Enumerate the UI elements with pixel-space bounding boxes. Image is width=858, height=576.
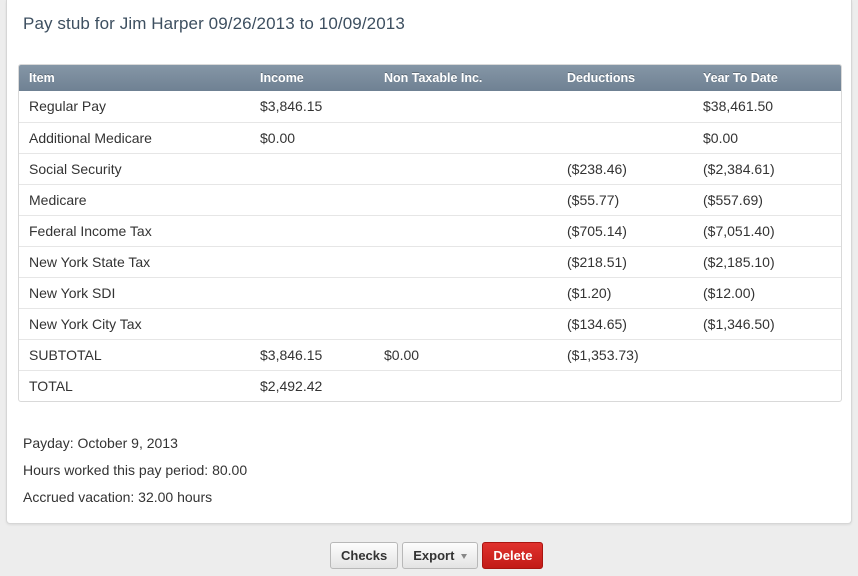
export-button[interactable]: Export: [402, 542, 479, 569]
cell-income: [250, 246, 374, 277]
table-row: New York State Tax ($218.51) ($2,185.10): [19, 246, 841, 277]
cell-year-to-date: [693, 339, 841, 370]
column-header-year-to-date: Year To Date: [703, 71, 778, 85]
cell-deductions: ($1.20): [567, 284, 612, 301]
cell-item: New York City Tax: [29, 315, 142, 332]
cell-deductions: [557, 370, 693, 401]
pay-stub-panel: Pay stub for Jim Harper 09/26/2013 to 10…: [6, 0, 852, 524]
cell-year-to-date: $38,461.50: [703, 98, 774, 115]
cell-item: Medicare: [29, 191, 87, 208]
cell-deductions: [557, 122, 693, 153]
hours-worked-text: Hours worked this pay period: 80.00: [23, 462, 248, 478]
cell-non-taxable: [374, 277, 557, 308]
cell-deductions: ($238.46): [567, 160, 627, 177]
column-header-income: Income: [260, 71, 304, 85]
cell-non-taxable: [374, 153, 557, 184]
checks-button-label: Checks: [341, 548, 388, 563]
cell-item: New York State Tax: [29, 253, 151, 270]
table-body: Regular Pay $3,846.15 $38,461.50 Additional…: [19, 91, 841, 401]
cell-item: Additional Medicare: [29, 129, 152, 146]
cell-non-taxable: [374, 91, 557, 122]
table-header-row: Item Income Non Taxable Inc. Deductions …: [19, 65, 841, 91]
page-title: Pay stub for Jim Harper 09/26/2013 to 10…: [23, 14, 405, 33]
cell-income: $3,846.15: [260, 346, 323, 363]
cell-income: [250, 153, 374, 184]
cell-non-taxable: [374, 184, 557, 215]
cell-non-taxable: [374, 308, 557, 339]
cell-year-to-date: ($12.00): [703, 284, 756, 301]
table-row: Social Security ($238.46) ($2,384.61): [19, 153, 841, 184]
column-header-item: Item: [29, 71, 55, 85]
cell-income: $0.00: [260, 129, 296, 146]
pay-info: Payday: October 9, 2013 Hours worked thi…: [23, 434, 247, 515]
cell-year-to-date: ($2,185.10): [703, 253, 775, 270]
cell-year-to-date: ($7,051.40): [703, 222, 775, 239]
column-header-non-taxable: Non Taxable Inc.: [384, 71, 483, 85]
cell-income: $2,492.42: [260, 377, 323, 394]
table-row: New York SDI ($1.20) ($12.00): [19, 277, 841, 308]
column-header-deductions: Deductions: [567, 71, 636, 85]
table-row: New York City Tax ($134.65) ($1,346.50): [19, 308, 841, 339]
cell-year-to-date: ($1,346.50): [703, 315, 775, 332]
action-buttons: Checks Export Delete: [330, 542, 544, 569]
table-row: Medicare ($55.77) ($557.69): [19, 184, 841, 215]
cell-income: [250, 215, 374, 246]
cell-year-to-date: ($557.69): [703, 191, 763, 208]
cell-item: Regular Pay: [29, 98, 107, 115]
table-row: Regular Pay $3,846.15 $38,461.50: [19, 91, 841, 122]
cell-non-taxable: $0.00: [384, 346, 420, 363]
payday-text: Payday: October 9, 2013: [23, 435, 178, 451]
cell-income: [250, 308, 374, 339]
cell-non-taxable: [374, 370, 557, 401]
export-button-label: Export: [413, 548, 455, 563]
table-row: Federal Income Tax ($705.14) ($7,051.40): [19, 215, 841, 246]
delete-button-label: Delete: [493, 548, 533, 563]
table-row: TOTAL $2,492.42: [19, 370, 841, 401]
cell-deductions: ($218.51): [567, 253, 627, 270]
cell-year-to-date: ($2,384.61): [703, 160, 775, 177]
cell-deductions: ($1,353.73): [567, 346, 639, 363]
cell-item: Social Security: [29, 160, 122, 177]
pay-stub-table-container: Item Income Non Taxable Inc. Deductions …: [18, 64, 842, 402]
cell-item: SUBTOTAL: [29, 346, 102, 363]
cell-year-to-date: $0.00: [703, 129, 739, 146]
caret-down-icon: [461, 553, 468, 559]
cell-year-to-date: [693, 370, 841, 401]
cell-item: TOTAL: [29, 377, 73, 394]
checks-button[interactable]: Checks: [330, 542, 399, 569]
cell-non-taxable: [374, 122, 557, 153]
cell-deductions: ($55.77): [567, 191, 620, 208]
table-row: Additional Medicare $0.00 $0.00: [19, 122, 841, 153]
cell-deductions: ($134.65): [567, 315, 627, 332]
cell-deductions: [557, 91, 693, 122]
cell-income: [250, 184, 374, 215]
cell-income: [250, 277, 374, 308]
cell-non-taxable: [374, 246, 557, 277]
cell-item: New York SDI: [29, 284, 116, 301]
cell-deductions: ($705.14): [567, 222, 627, 239]
delete-button[interactable]: Delete: [482, 542, 544, 569]
table-row: SUBTOTAL $3,846.15 $0.00 ($1,353.73): [19, 339, 841, 370]
pay-stub-table: Item Income Non Taxable Inc. Deductions …: [19, 65, 841, 401]
cell-item: Federal Income Tax: [29, 222, 152, 239]
cell-non-taxable: [374, 215, 557, 246]
accrued-vacation-text: Accrued vacation: 32.00 hours: [23, 489, 213, 505]
cell-income: $3,846.15: [260, 98, 323, 115]
